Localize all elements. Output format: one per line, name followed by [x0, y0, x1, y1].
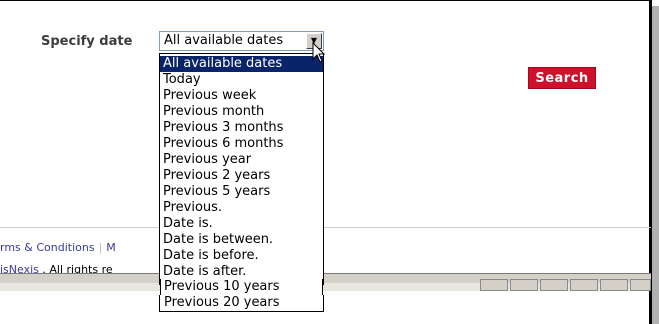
date-option[interactable]: Previous year [160, 152, 323, 168]
mouse-cursor-icon [312, 42, 326, 63]
search-button[interactable]: Search [528, 67, 596, 89]
date-option[interactable]: Previous. [160, 200, 323, 216]
date-option[interactable]: Today [160, 72, 323, 88]
footer-links: rms & Conditions | M [0, 241, 116, 254]
date-select[interactable]: All available dates ▼ [159, 31, 324, 51]
date-option[interactable]: Previous 2 years [160, 168, 323, 184]
date-option[interactable]: Previous 3 months [160, 120, 323, 136]
date-dropdown-list[interactable]: All available dates Today Previous week … [159, 53, 324, 285]
status-cell [540, 279, 568, 291]
window-shadow [652, 6, 659, 324]
status-cell [570, 279, 598, 291]
status-cell [510, 279, 538, 291]
footer-divider [0, 227, 651, 228]
status-cell [480, 279, 508, 291]
date-option[interactable]: Previous week [160, 88, 323, 104]
date-option[interactable]: Date is between. [160, 232, 323, 248]
footer-separator: | [98, 241, 103, 254]
terms-link[interactable]: rms & Conditions [0, 241, 95, 254]
specify-date-label: Specify date [41, 34, 133, 49]
date-select-value: All available dates [164, 33, 284, 48]
date-option[interactable]: Previous 5 years [160, 184, 323, 200]
date-option[interactable]: Previous 10 years [160, 279, 323, 295]
date-option[interactable]: All available dates [160, 56, 323, 72]
date-option[interactable]: Date is before. [160, 248, 323, 264]
date-option[interactable]: Date is. [160, 216, 323, 232]
date-option[interactable]: Previous month [160, 104, 323, 120]
date-option[interactable]: Previous 6 months [160, 136, 323, 152]
footer-next-link[interactable]: M [106, 241, 116, 254]
status-cell [630, 279, 651, 291]
status-cell [600, 279, 628, 291]
date-option[interactable]: Date is after. [160, 264, 323, 280]
date-option[interactable]: Previous 20 years [159, 295, 324, 312]
